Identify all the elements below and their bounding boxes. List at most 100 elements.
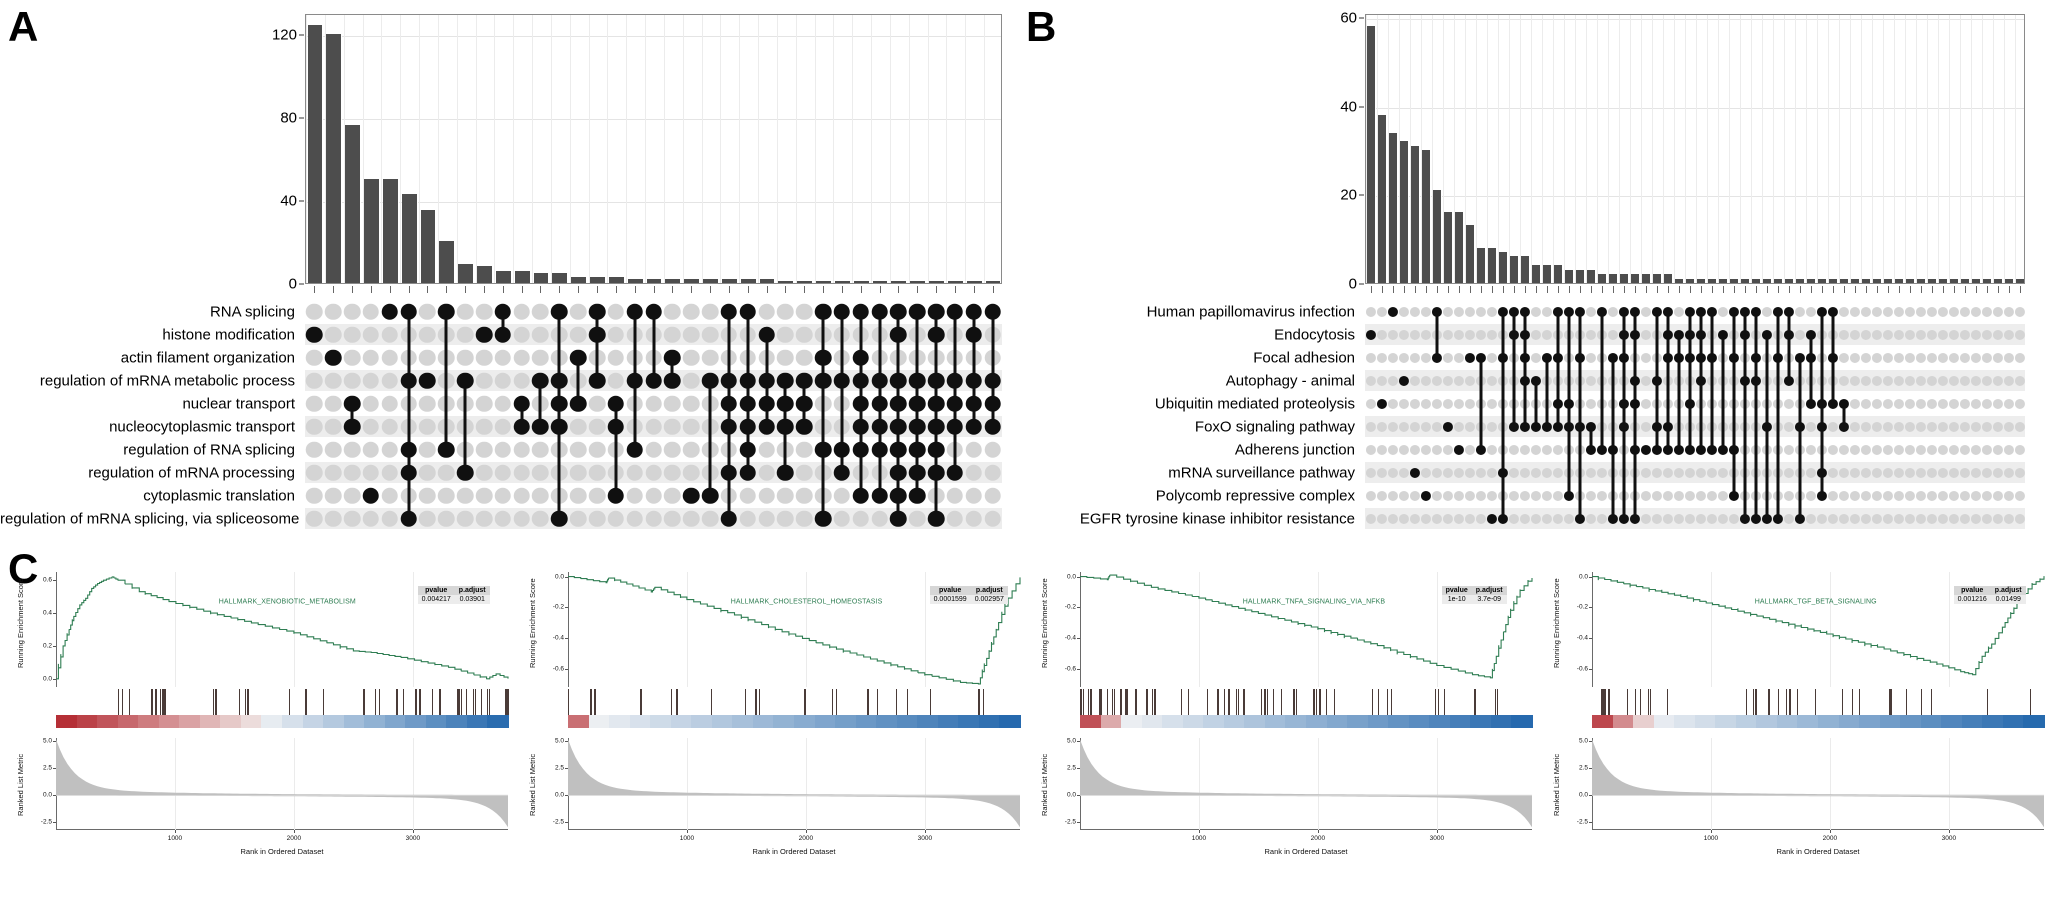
intersection-bar bbox=[1608, 274, 1619, 283]
x-axis-tick bbox=[785, 286, 787, 293]
matrix-dot-inactive bbox=[682, 395, 700, 412]
matrix-dot-inactive bbox=[456, 510, 474, 527]
matrix-dot-inactive bbox=[664, 487, 681, 504]
matrix-connector bbox=[1688, 311, 1691, 450]
set-label: FoxO signaling pathway bbox=[1194, 418, 1355, 435]
matrix-dot-inactive bbox=[419, 464, 436, 481]
matrix-dot-inactive bbox=[1541, 490, 1552, 501]
matrix-connector bbox=[1831, 311, 1834, 404]
gridline-vertical bbox=[871, 15, 873, 283]
set-label: cytoplasmic translation bbox=[143, 487, 295, 504]
x-axis-tick bbox=[1623, 286, 1625, 293]
matrix-connector bbox=[1721, 334, 1724, 450]
matrix-dot-inactive bbox=[1860, 352, 1871, 363]
matrix-dot-inactive bbox=[588, 510, 606, 527]
intersection-bar bbox=[1630, 274, 1641, 283]
matrix-dot-inactive bbox=[1992, 490, 2003, 501]
x-axis-tick bbox=[1480, 286, 1482, 293]
matrix-dot-inactive bbox=[532, 487, 549, 504]
matrix-dot-inactive bbox=[682, 372, 700, 389]
set-label: regulation of RNA splicing bbox=[123, 441, 295, 458]
matrix-dot-inactive bbox=[607, 349, 625, 366]
gridline-vertical bbox=[494, 15, 496, 283]
gsea-x-tick-label: 1000 bbox=[167, 835, 183, 842]
intersection-bar bbox=[759, 278, 776, 283]
x-axis-tick bbox=[879, 286, 881, 293]
matrix-dot-inactive bbox=[1970, 306, 1981, 317]
matrix-dot-inactive bbox=[494, 487, 512, 504]
x-axis-tick bbox=[1414, 286, 1416, 293]
matrix-dot-inactive bbox=[2003, 444, 2014, 455]
matrix-dot-inactive bbox=[795, 326, 813, 343]
matrix-dot-inactive bbox=[1871, 490, 1882, 501]
matrix-dot-inactive bbox=[362, 418, 380, 435]
matrix-dot-inactive bbox=[946, 510, 964, 527]
matrix-dot-inactive bbox=[1365, 444, 1376, 455]
matrix-dot-inactive bbox=[588, 487, 606, 504]
x-axis-tick bbox=[1370, 286, 1372, 293]
intersection-bar bbox=[1663, 274, 1674, 283]
gridline-vertical bbox=[984, 15, 986, 283]
intersection-bar bbox=[1817, 278, 1828, 283]
upset-plot-a: 0 40 80 120 RNA splicing histone modificatio… bbox=[0, 0, 1020, 540]
matrix-dot-inactive bbox=[2014, 490, 2025, 501]
x-axis-tick bbox=[1821, 286, 1823, 293]
x-axis-tick bbox=[710, 286, 711, 293]
gsea-x-tick-label: 2000 bbox=[798, 835, 814, 842]
matrix-dot-inactive bbox=[1486, 444, 1497, 455]
matrix-dot-inactive bbox=[664, 326, 681, 343]
gsea-x-tick bbox=[412, 830, 414, 833]
matrix-dot-inactive bbox=[475, 395, 493, 412]
matrix-dot-inactive bbox=[1970, 398, 1981, 409]
matrix-dot-inactive bbox=[438, 464, 455, 481]
intersection-bar bbox=[1718, 278, 1729, 283]
x-axis-tick bbox=[917, 286, 919, 293]
matrix-dot-inactive bbox=[419, 510, 436, 527]
intersection-bar bbox=[2004, 278, 2015, 283]
intersection-bar bbox=[1916, 278, 1927, 283]
matrix-connector bbox=[1842, 403, 1845, 427]
matrix-dot-inactive bbox=[1453, 490, 1464, 501]
matrix-dot-inactive bbox=[701, 510, 719, 527]
intersection-bar bbox=[1377, 114, 1388, 283]
matrix-dot-inactive bbox=[2014, 352, 2025, 363]
intersection-bar bbox=[533, 272, 550, 283]
x-axis-tick bbox=[1942, 286, 1944, 293]
intersection-bar bbox=[665, 278, 682, 283]
gridline-vertical bbox=[1553, 15, 1554, 283]
x-axis-tick bbox=[1469, 286, 1471, 293]
intersection-bar bbox=[985, 280, 1001, 283]
matrix-dot-inactive bbox=[1860, 306, 1871, 317]
matrix-dot-inactive bbox=[1838, 444, 1849, 455]
matrix-dot-active bbox=[324, 349, 342, 366]
y-axis-tick bbox=[299, 200, 304, 202]
matrix-dot-inactive bbox=[1926, 490, 1937, 501]
y-axis-tick-label: 20 bbox=[1340, 186, 1357, 204]
matrix-dot-inactive bbox=[1486, 398, 1497, 409]
matrix-dot-inactive bbox=[1717, 490, 1728, 501]
x-axis-tick bbox=[1986, 286, 1988, 293]
set-label: regulation of mRNA splicing, via spliceo… bbox=[0, 510, 300, 527]
x-axis-tick bbox=[502, 286, 504, 293]
matrix-dot-inactive bbox=[626, 487, 643, 504]
matrix-dot-active bbox=[1640, 444, 1651, 455]
matrix-dot-inactive bbox=[1981, 490, 1992, 501]
matrix-dot-inactive bbox=[1552, 490, 1563, 501]
matrix-dot-inactive bbox=[1376, 306, 1387, 317]
gsea-x-tick bbox=[1710, 830, 1712, 833]
matrix-dot-inactive bbox=[381, 349, 399, 366]
matrix-dot-inactive bbox=[701, 349, 719, 366]
matrix-dot-inactive bbox=[1959, 444, 1970, 455]
matrix-dot-inactive bbox=[626, 510, 643, 527]
intersection-bar bbox=[590, 276, 606, 283]
matrix-connector bbox=[1699, 311, 1702, 450]
matrix-dot-inactive bbox=[1882, 352, 1893, 363]
matrix-dot-inactive bbox=[664, 441, 681, 458]
matrix-dot-inactive bbox=[1431, 490, 1442, 501]
x-axis-tick bbox=[1568, 286, 1570, 293]
gridline-vertical bbox=[1740, 15, 1741, 283]
matrix-dot-inactive bbox=[1596, 490, 1607, 501]
matrix-dot-inactive bbox=[795, 303, 813, 320]
matrix-dot-inactive bbox=[1838, 352, 1849, 363]
matrix-dot-inactive bbox=[1904, 352, 1915, 363]
